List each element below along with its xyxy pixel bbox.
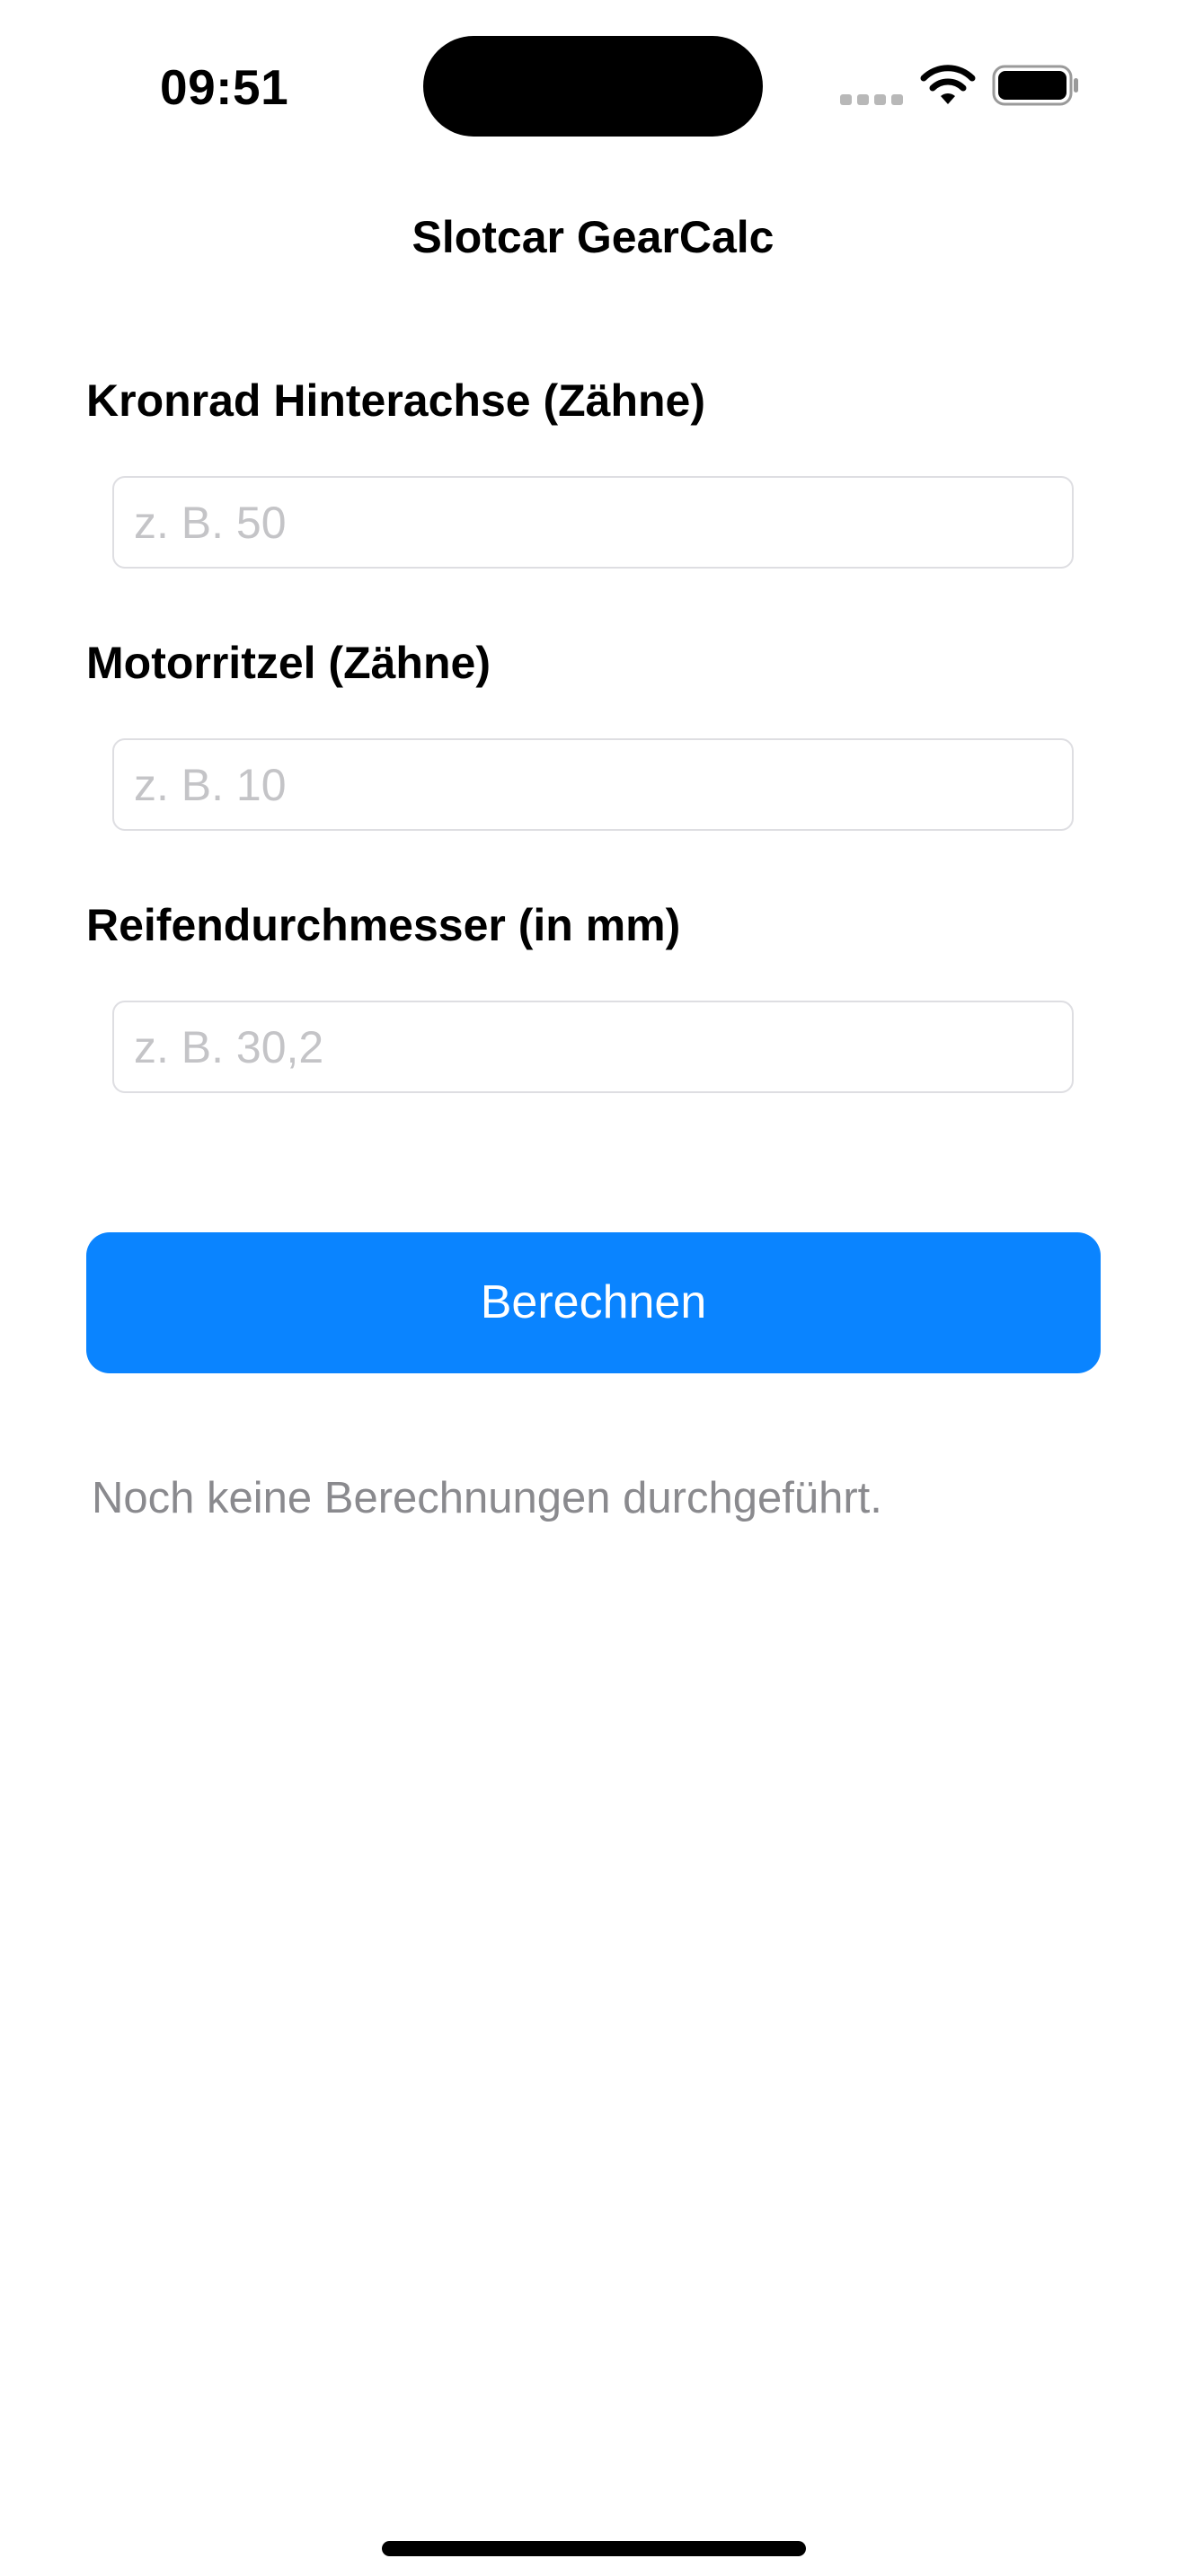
dynamic-island [423,36,763,137]
tire-diameter-label: Reifendurchmesser (in mm) [86,900,681,950]
calculate-button[interactable]: Berechnen [86,1232,1101,1373]
result-text: Noch keine Berechnungen durchgeführt. [92,1474,882,1522]
cellular-signal-icon [840,94,903,107]
wifi-icon [920,65,976,104]
battery-icon [992,65,1078,106]
tire-diameter-input[interactable] [112,1001,1074,1093]
status-time: 09:51 [160,59,289,115]
pinion-label: Motorritzel (Zähne) [86,638,491,688]
pinion-input[interactable] [112,738,1074,831]
home-indicator[interactable] [382,2541,806,2556]
crown-gear-input[interactable] [112,476,1074,569]
page-title: Slotcar GearCalc [412,212,774,262]
crown-gear-label: Kronrad Hinterachse (Zähne) [86,375,706,426]
